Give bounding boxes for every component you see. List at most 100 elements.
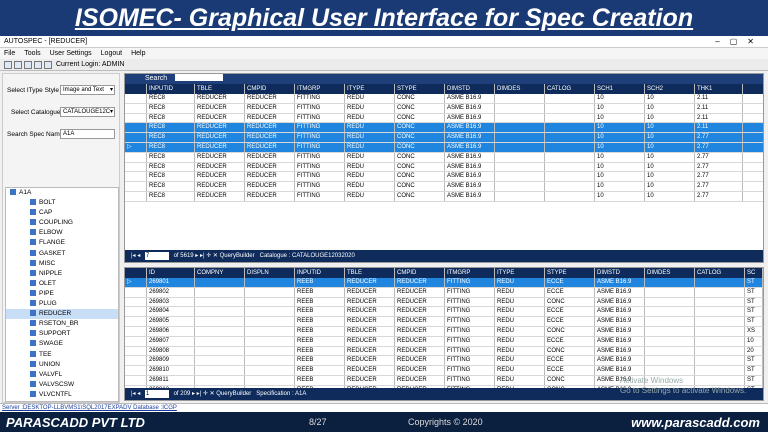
tree-item-elbow[interactable]: ELBOW: [6, 228, 118, 238]
table-row[interactable]: 269810 REEB REDUCER REDUCER FITTING REDU ECCE A…: [125, 366, 763, 376]
column-header-dimstd[interactable]: DIMSTD: [445, 84, 495, 94]
page-input[interactable]: 7: [144, 252, 169, 260]
table-row[interactable]: REC8 REDUCER REDUCER FITTING REDU CONC ASME B1…: [125, 103, 763, 114]
column-header-itype[interactable]: ITYPE: [495, 268, 545, 278]
first-page-icon[interactable]: |◂ ◂: [131, 391, 140, 397]
print-icon[interactable]: [34, 61, 42, 69]
menu-item-file[interactable]: File: [4, 50, 15, 57]
tree-item-valvfl[interactable]: VALVFL: [6, 370, 118, 380]
user-icon[interactable]: [44, 61, 52, 69]
column-header-itmgrp[interactable]: ITMGRP: [445, 268, 495, 278]
column-header-thk1[interactable]: THK1: [695, 84, 743, 94]
tree-item-coupling[interactable]: COUPLING: [6, 218, 118, 228]
tree-item-valvscsw[interactable]: VALVSCSW: [6, 380, 118, 390]
column-header-tble[interactable]: TBLE: [345, 268, 395, 278]
itype-select[interactable]: Image and Text ▾: [60, 85, 115, 95]
table-row[interactable]: REC8 REDUCER REDUCER FITTING REDU CONC ASME B1…: [125, 182, 763, 192]
column-header-sch2[interactable]: SCH2: [645, 84, 695, 94]
spec-input[interactable]: A1A: [60, 129, 115, 139]
table-row[interactable]: ▷ REC8 REDUCER REDUCER FITTING REDU CONC ASME B…: [125, 142, 763, 153]
column-header-sc[interactable]: SC: [745, 268, 763, 278]
tree-item-flange[interactable]: FLANGE: [6, 238, 118, 248]
column-header-cmpid[interactable]: CMPID: [245, 84, 295, 94]
tree-item-reducer[interactable]: REDUCER: [6, 309, 118, 320]
first-page-icon[interactable]: |◂ ◂: [131, 253, 140, 259]
tree-item-nipple[interactable]: NIPPLE: [6, 269, 118, 279]
tree-item-union[interactable]: UNION: [6, 360, 118, 370]
search-input[interactable]: [175, 74, 224, 81]
table-cell: [545, 172, 595, 182]
table-row[interactable]: ▷ 269801 REEB REDUCER REDUCER FITTING REDU ECCE…: [125, 278, 763, 288]
column-header-stype[interactable]: STYPE: [545, 268, 595, 278]
table-row[interactable]: 269806 REEB REDUCER REDUCER FITTING REDU CONC A…: [125, 326, 763, 337]
tree-item-tee[interactable]: TEE: [6, 350, 118, 360]
table-row[interactable]: 269809 REEB REDUCER REDUCER FITTING REDU ECCE A…: [125, 356, 763, 367]
tree-item-gasket[interactable]: GASKET: [6, 249, 118, 259]
column-header-inputid[interactable]: INPUTID: [147, 84, 195, 94]
table-cell: 10: [595, 133, 645, 142]
column-header-inputid[interactable]: INPUTID: [295, 268, 345, 278]
menu-item-help[interactable]: Help: [131, 50, 145, 57]
column-header-cmpid[interactable]: CMPID: [395, 268, 445, 278]
table-row[interactable]: 269807 REEB REDUCER REDUCER FITTING REDU ECCE A…: [125, 336, 763, 347]
column-header-itype[interactable]: ITYPE: [345, 84, 395, 94]
table-row[interactable]: REC8 REDUCER REDUCER FITTING REDU CONC ASME B1…: [125, 152, 763, 163]
column-header-dimdes[interactable]: DIMDES: [645, 268, 695, 278]
window-controls[interactable]: –▢✕: [715, 36, 764, 48]
tree-item-rseton_br[interactable]: RSETON_BR: [6, 319, 118, 329]
column-header-compny[interactable]: COMPNY: [195, 268, 245, 278]
table-cell: REDU: [495, 307, 545, 317]
table-cell: FITTING: [445, 346, 495, 356]
column-header-itmgrp[interactable]: ITMGRP: [295, 84, 345, 94]
table-row[interactable]: 269802 REEB REDUCER REDUCER FITTING REDU ECCE A…: [125, 287, 763, 298]
open-icon[interactable]: [14, 61, 22, 69]
column-header-sch1[interactable]: SCH1: [595, 84, 645, 94]
table-row[interactable]: 269808 REEB REDUCER REDUCER FITTING REDU CONC A…: [125, 346, 763, 357]
tree-item-support[interactable]: SUPPORT: [6, 329, 118, 339]
save-icon[interactable]: [24, 61, 32, 69]
tree-item-cap[interactable]: CAP: [6, 208, 118, 218]
table-row[interactable]: REC8 REDUCER REDUCER FITTING REDU CONC ASME B1…: [125, 113, 763, 124]
table-row[interactable]: 269804 REEB REDUCER REDUCER FITTING REDU ECCE A…: [125, 307, 763, 318]
menu-item-user-settings[interactable]: User Settings: [50, 50, 92, 57]
column-header-dimdes[interactable]: DIMDES: [495, 84, 545, 94]
table-row[interactable]: REC8 REDUCER REDUCER FITTING REDU CONC ASME B1…: [125, 133, 763, 143]
table-cell: [245, 307, 295, 317]
tree-item-misc[interactable]: MISC: [6, 259, 118, 269]
table-row[interactable]: REC8 REDUCER REDUCER FITTING REDU CONC ASME B1…: [125, 123, 763, 134]
table-row[interactable]: REC8 REDUCER REDUCER FITTING REDU CONC ASME B1…: [125, 162, 763, 173]
column-header-catlog[interactable]: CATLOG: [695, 268, 745, 278]
tree-item-plug[interactable]: PLUG: [6, 299, 118, 309]
row-indicator: [125, 336, 147, 346]
tree-item-swage[interactable]: SWAGE: [6, 339, 118, 349]
table-row[interactable]: 269805 REEB REDUCER REDUCER FITTING REDU ECCE A…: [125, 317, 763, 327]
column-header-displn[interactable]: DISPLN: [245, 268, 295, 278]
tree-root[interactable]: A1A: [6, 188, 118, 198]
column-header-dimstd[interactable]: DIMSTD: [595, 268, 645, 278]
new-icon[interactable]: [4, 61, 12, 69]
column-header-tble[interactable]: TBLE: [195, 84, 245, 94]
table-row[interactable]: REC8 REDUCER REDUCER FITTING REDU CONC ASME B1…: [125, 172, 763, 183]
table-cell: [645, 326, 695, 336]
column-header-stype[interactable]: STYPE: [395, 84, 445, 94]
query-builder[interactable]: QueryBuilder: [216, 391, 251, 397]
tree-item-bolt[interactable]: BOLT: [6, 198, 118, 208]
next-page-icon[interactable]: ▸ ▸| ✛ ✕: [195, 253, 219, 259]
page-input[interactable]: 1: [144, 390, 169, 398]
tree-item-vlvcntfl[interactable]: VLVCNTFL: [6, 390, 118, 400]
catalogue-select[interactable]: CATALOUGE12C ▾: [60, 107, 115, 117]
table-row[interactable]: 269803 REEB REDUCER REDUCER FITTING REDU CONC A…: [125, 297, 763, 308]
column-header-id[interactable]: ID: [147, 268, 195, 278]
next-page-icon[interactable]: ▸ ▸| ✛ ✕: [192, 391, 216, 397]
table-cell: FITTING: [445, 278, 495, 287]
menu-item-logout[interactable]: Logout: [101, 50, 122, 57]
query-builder[interactable]: QueryBuilder: [220, 253, 255, 259]
table-row[interactable]: REC8 REDUCER REDUCER FITTING REDU CONC ASME B1…: [125, 94, 763, 104]
table-row[interactable]: REC8 REDUCER REDUCER FITTING REDU CONC ASME B1…: [125, 191, 763, 202]
menu-item-tools[interactable]: Tools: [24, 50, 40, 57]
tree-item-olet[interactable]: OLET: [6, 279, 118, 289]
tree-item-pipe[interactable]: PIPE: [6, 289, 118, 299]
table-cell: REDUCER: [245, 113, 295, 123]
component-icon: [30, 340, 36, 347]
column-header-catlog[interactable]: CATLOG: [545, 84, 595, 94]
